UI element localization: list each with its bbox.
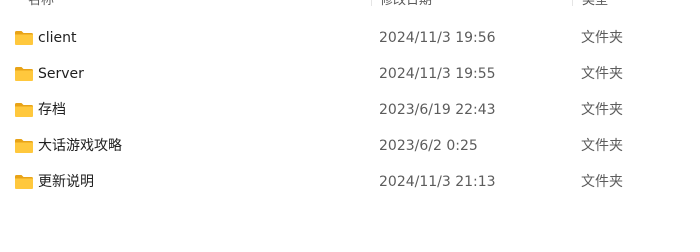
file-type: 文件夹 xyxy=(581,66,623,82)
file-row-update-notes[interactable]: 更新说明 2024/11/3 21:13 文件夹 xyxy=(0,164,700,200)
file-date-modified: 2024/11/3 19:55 xyxy=(379,66,496,82)
file-name: Server xyxy=(38,66,84,82)
folder-icon xyxy=(15,103,33,117)
file-name: 存档 xyxy=(38,102,66,118)
column-divider[interactable] xyxy=(371,0,372,6)
column-header-name[interactable]: 名称 xyxy=(28,0,54,12)
column-header-type[interactable]: 类型 xyxy=(582,0,608,12)
file-explorer-list: 名称 修改日期 类型 client 2024/11/3 19:56 文件夹 Se… xyxy=(0,0,700,252)
column-header-date-modified[interactable]: 修改日期 xyxy=(380,0,432,12)
folder-icon xyxy=(15,67,33,81)
file-type: 文件夹 xyxy=(581,174,623,190)
file-date-modified: 2024/11/3 21:13 xyxy=(379,174,496,190)
file-name: client xyxy=(38,30,77,46)
file-date-modified: 2023/6/19 22:43 xyxy=(379,102,496,118)
folder-icon xyxy=(15,31,33,45)
file-type: 文件夹 xyxy=(581,30,623,46)
file-name: 大话游戏攻略 xyxy=(38,138,122,154)
file-name: 更新说明 xyxy=(38,174,94,190)
folder-icon xyxy=(15,175,33,189)
file-date-modified: 2023/6/2 0:25 xyxy=(379,138,478,154)
folder-icon xyxy=(15,139,33,153)
column-divider[interactable] xyxy=(572,0,573,6)
file-row-server[interactable]: Server 2024/11/3 19:55 文件夹 xyxy=(0,56,700,92)
file-row-saves[interactable]: 存档 2023/6/19 22:43 文件夹 xyxy=(0,92,700,128)
file-list: client 2024/11/3 19:56 文件夹 Server 2024/1… xyxy=(0,20,700,200)
file-type: 文件夹 xyxy=(581,102,623,118)
file-row-game-guide[interactable]: 大话游戏攻略 2023/6/2 0:25 文件夹 xyxy=(0,128,700,164)
file-row-client[interactable]: client 2024/11/3 19:56 文件夹 xyxy=(0,20,700,56)
column-header-row: 名称 修改日期 类型 xyxy=(0,0,700,14)
file-date-modified: 2024/11/3 19:56 xyxy=(379,30,496,46)
file-type: 文件夹 xyxy=(581,138,623,154)
